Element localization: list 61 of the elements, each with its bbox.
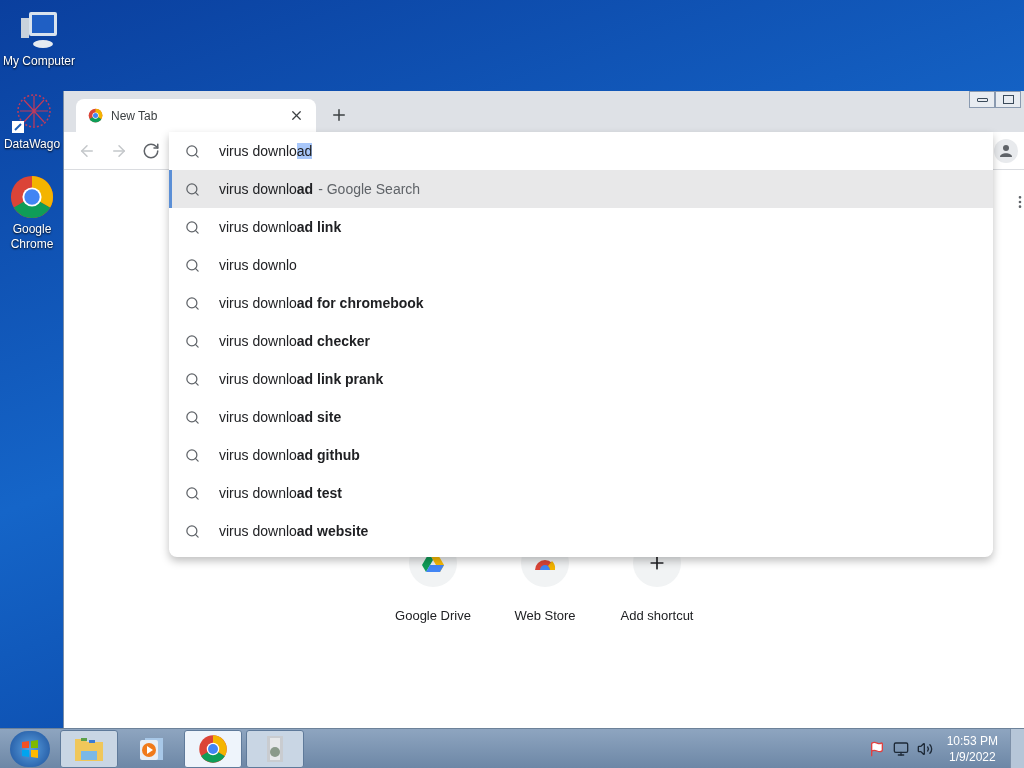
address-field[interactable]: virus download (169, 132, 993, 170)
taskbar-button[interactable] (246, 729, 304, 768)
shortcut-label: Web Store (514, 607, 576, 625)
reload-icon[interactable] (142, 141, 160, 160)
suggestion-text: virus download link prank (219, 369, 384, 389)
shortcut-label: Add shortcut (620, 607, 694, 625)
maximize-button[interactable] (995, 91, 1021, 108)
desktop-icon-label[interactable]: Google Chrome (2, 222, 62, 252)
profile-icon[interactable] (994, 138, 1018, 163)
suggestion-row[interactable]: virus download link (169, 208, 993, 246)
search-icon (185, 447, 200, 463)
desktop-icon-label[interactable]: My Computer (3, 54, 75, 69)
suggestion-row[interactable]: virus download website (169, 512, 993, 550)
search-icon (185, 333, 200, 349)
suggestion-text: virus download (219, 179, 314, 199)
minimize-icon (976, 97, 988, 102)
flag-icon[interactable] (868, 740, 885, 757)
minimize-button[interactable] (969, 91, 995, 108)
suggestion-suffix: - Google Search (318, 179, 421, 199)
search-icon (185, 257, 200, 273)
start-button[interactable] (10, 730, 50, 767)
search-icon (185, 295, 200, 311)
shortcut-label: Google Drive (395, 607, 471, 625)
new-tab-icon[interactable] (330, 106, 348, 124)
suggestion-text: virus download website (219, 521, 369, 541)
search-icon (185, 181, 200, 197)
desktop-icon-label[interactable]: DataWago (3, 137, 61, 152)
suggestion-text: virus download link (219, 217, 342, 237)
close-icon[interactable] (289, 108, 304, 123)
taskbar-button[interactable] (60, 729, 118, 768)
chrome-icon (88, 108, 103, 123)
tab-title: New Tab (111, 107, 159, 125)
suggestion-row[interactable]: virus download checker (169, 322, 993, 360)
windows-logo-icon (20, 738, 40, 759)
suggestion-row[interactable]: virus downlo (169, 246, 993, 284)
suggestion-row[interactable]: virus download github (169, 436, 993, 474)
address-text: virus download (219, 141, 313, 161)
search-icon (185, 219, 200, 235)
suggestion-text: virus download test (219, 483, 342, 503)
show-desktop-button[interactable] (1010, 728, 1024, 768)
search-icon (185, 523, 200, 539)
suggestion-row[interactable]: virus download site (169, 398, 993, 436)
suggestion-row[interactable]: virus download test (169, 474, 993, 512)
chrome-icon (198, 733, 228, 764)
suggestion-row[interactable]: virus download for chromebook (169, 284, 993, 322)
suggestion-text: virus download checker (219, 331, 370, 351)
suggestion-row[interactable]: virus download link prank (169, 360, 993, 398)
taskbar-button[interactable] (184, 729, 242, 768)
suggestion-text: virus download for chromebook (219, 293, 424, 313)
search-icon (185, 143, 200, 159)
suggestion-text: virus download site (219, 407, 342, 427)
suggestion-text: virus downlo (219, 255, 297, 275)
volume-icon[interactable] (916, 740, 933, 757)
browser-tab[interactable]: New Tab (76, 99, 316, 132)
suggestion-text: virus download github (219, 445, 360, 465)
search-icon (185, 371, 200, 387)
maximize-icon (1002, 95, 1014, 104)
search-icon (185, 485, 200, 501)
chrome-icon (9, 174, 55, 220)
suggestion-row[interactable]: virus download - Google Search (169, 170, 993, 208)
search-icon (185, 409, 200, 425)
